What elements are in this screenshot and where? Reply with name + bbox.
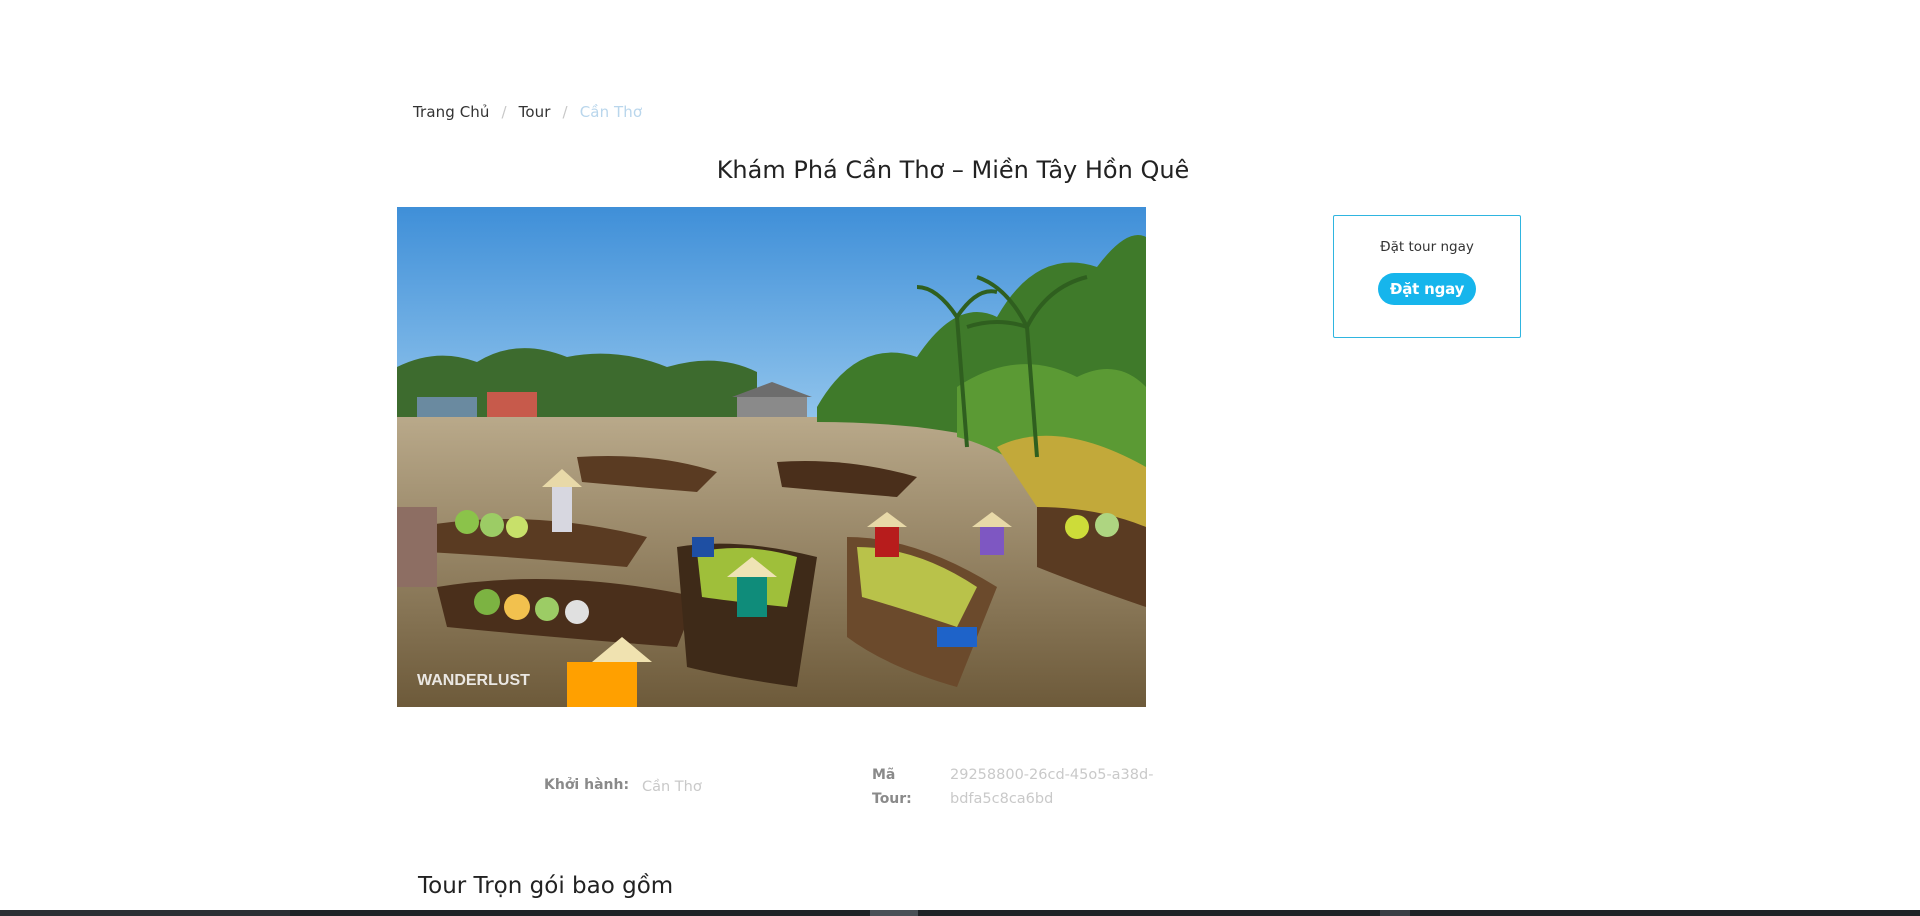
taskbar-strip [0,910,1920,916]
breadcrumb-current: Cần Thơ [579,103,643,121]
page: Trang Chủ / Tour / Cần Thơ Khám Phá Cần … [0,0,1920,916]
breadcrumb-home-link[interactable]: Trang Chủ [413,103,490,121]
booking-card: Đặt tour ngay Đặt ngay [1333,215,1521,338]
tour-hero-image: WANDERLUST [397,207,1146,707]
tour-code-label-line1: Mã [872,767,896,783]
package-section-title: Tour Trọn gói bao gồm [418,873,674,899]
breadcrumb: Trang Chủ / Tour / Cần Thơ [413,103,642,121]
hero-watermark: WANDERLUST [417,672,530,689]
breadcrumb-tour-link[interactable]: Tour [519,103,551,121]
tour-code-value-line1: 29258800-26cd-45o5-a38d- [950,767,1154,783]
departure-value: Cần Thơ [642,779,702,795]
page-title: Khám Phá Cần Thơ – Miền Tây Hồn Quê [716,156,1190,184]
tour-code-value-line2: bdfa5c8ca6bd [950,791,1054,807]
breadcrumb-separator: / [562,103,568,121]
departure-label: Khởi hành: [544,777,630,793]
breadcrumb-separator: / [501,103,507,121]
book-now-button[interactable]: Đặt ngay [1377,273,1477,305]
booking-card-label: Đặt tour ngay [1380,239,1474,255]
tour-code-label-line2: Tour: [872,791,912,807]
